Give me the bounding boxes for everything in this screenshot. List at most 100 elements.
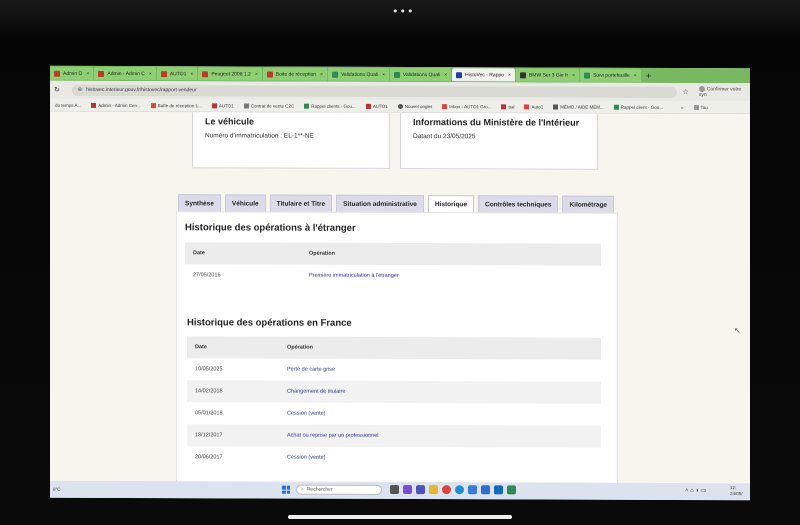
vehicle-card-title: Le véhicule bbox=[205, 116, 255, 127]
chrome-icon[interactable] bbox=[442, 485, 451, 495]
row-operation-link[interactable]: Cession (vente) bbox=[287, 455, 326, 461]
column-header-date: Date bbox=[195, 344, 207, 351]
bookmark-star-icon[interactable]: ☆ bbox=[683, 88, 689, 96]
close-icon[interactable]: × bbox=[508, 72, 511, 78]
windows-taskbar: 8°C ⌕ Rechercher ˄ ⌂ ◖ ▭ 12: 24/05/ bbox=[50, 480, 750, 501]
store-icon[interactable] bbox=[468, 485, 477, 495]
task-view-icon[interactable] bbox=[390, 484, 399, 494]
tab-situation-administrative[interactable]: Situation administrative bbox=[336, 194, 424, 214]
windows-start-icon[interactable] bbox=[282, 485, 290, 494]
taskbar-clock[interactable]: 12: 24/05/ bbox=[730, 485, 743, 497]
teams-icon[interactable] bbox=[416, 485, 425, 495]
new-tab-icon[interactable]: + bbox=[642, 70, 655, 80]
url-input[interactable]: ⊜ histovec.interieur.gouv.fr/histovec/rap… bbox=[71, 84, 677, 98]
weather-widget[interactable]: 8°C bbox=[53, 487, 61, 492]
close-icon[interactable]: × bbox=[634, 72, 637, 78]
address-bar-row: ↻ ⊜ histovec.interieur.gouv.fr/histovec/r… bbox=[50, 80, 750, 102]
row-operation-link[interactable]: Achat ou reprise par un professionnel bbox=[287, 433, 378, 439]
table-row: 10/05/2025 Perte de carte grise bbox=[187, 358, 601, 381]
favicon-icon bbox=[202, 70, 209, 77]
column-header-operation: Opération bbox=[287, 344, 313, 351]
row-operation-link[interactable]: Première immatriculation à l'étranger bbox=[309, 273, 399, 279]
tab-kilometrage[interactable]: Kilométrage bbox=[562, 195, 615, 214]
ministry-card: Informations du Ministère de l'Intérieur… bbox=[400, 113, 598, 170]
row-date: 20/06/2017 bbox=[195, 454, 223, 461]
sync-confirm-button[interactable]: Confirmer votre syn bbox=[698, 85, 750, 99]
bookmarks-overflow-icon[interactable]: » bbox=[676, 104, 689, 109]
bookmark-item[interactable]: AUTO1 bbox=[207, 102, 239, 108]
table-row: 14/02/2018 Changement de titulaire bbox=[187, 380, 601, 404]
browser-tab[interactable]: Boite de réception × bbox=[262, 67, 327, 81]
bookmark-folder[interactable]: Tou bbox=[689, 104, 713, 110]
bookmark-item[interactable]: MÉMO / AIDE MÉM... bbox=[548, 104, 609, 109]
close-icon[interactable]: × bbox=[190, 71, 193, 77]
tab-synthese[interactable]: Synthèse bbox=[178, 194, 221, 213]
bookmark-item[interactable]: Inbox - AUTO1 Gro... bbox=[437, 103, 496, 109]
browser-tab[interactable]: Peugeot 2008 1.2 × bbox=[198, 67, 262, 81]
system-tray[interactable]: ˄ ⌂ ◖ ▭ bbox=[685, 487, 706, 494]
bookmark-item[interactable]: Rappel client - Goo... bbox=[609, 104, 668, 109]
browser-tab[interactable]: Admin - Admin C × bbox=[94, 66, 156, 81]
close-icon[interactable]: × bbox=[149, 71, 152, 77]
row-operation-link[interactable]: Changement de titulaire bbox=[287, 389, 345, 395]
bookmark-item[interactable]: du temps A... bbox=[50, 102, 86, 107]
globe-icon bbox=[397, 103, 403, 109]
france-history-header: Date Opération bbox=[187, 336, 601, 360]
browser-tab[interactable]: BMW Ser 3 Gie fr × bbox=[515, 68, 580, 82]
gmail-icon bbox=[150, 102, 156, 108]
outlook-icon[interactable] bbox=[494, 485, 503, 495]
browser-tab[interactable]: Validations Quali × bbox=[390, 67, 452, 82]
app-icon[interactable] bbox=[507, 485, 516, 495]
profile-avatar bbox=[698, 85, 705, 92]
column-header-date: Date bbox=[193, 250, 205, 257]
close-icon[interactable]: × bbox=[255, 71, 258, 77]
tab-historique[interactable]: Historique bbox=[427, 195, 475, 214]
browser-tab[interactable]: Suivi portefeuille × bbox=[580, 68, 641, 82]
folder-icon bbox=[693, 104, 699, 110]
table-row: 18/12/2017 Achat ou reprise par un profe… bbox=[187, 424, 601, 448]
bookmark-item[interactable]: AUTO1 bbox=[361, 103, 393, 108]
ministry-card-title: Informations du Ministère de l'Intérieur bbox=[413, 117, 580, 128]
close-icon[interactable]: × bbox=[444, 72, 447, 78]
site-info-icon[interactable]: ⊜ bbox=[78, 87, 82, 93]
table-row: 27/05/2016 Première immatriculation à l'… bbox=[185, 264, 601, 287]
browser-tab[interactable]: Admin O × bbox=[50, 66, 94, 80]
browser-tab-active[interactable]: HistoVec - Rappo × bbox=[452, 68, 515, 82]
bookmark-item[interactable]: Rappel clients - Gou... bbox=[299, 103, 361, 108]
close-icon[interactable]: × bbox=[382, 71, 385, 77]
row-operation-link[interactable]: Cession (vente) bbox=[287, 411, 326, 417]
tab-titulaire[interactable]: Titulaire et Titre bbox=[269, 194, 333, 213]
bookmark-item[interactable]: Admin - Admin Cen... bbox=[86, 102, 146, 108]
row-operation-link[interactable]: Perte de carte grise bbox=[287, 367, 335, 373]
bookmark-item[interactable]: Contrat de vente C2C bbox=[239, 102, 300, 108]
bookmark-item[interactable]: Auto1 bbox=[519, 103, 548, 109]
table-row: 05/01/2018 Cession (vente) bbox=[187, 402, 601, 425]
more-options-icon: ••• bbox=[392, 5, 415, 18]
row-date: 14/02/2018 bbox=[195, 388, 223, 395]
close-icon[interactable]: × bbox=[86, 70, 89, 76]
bookmark-item[interactable]: pal bbox=[496, 103, 519, 109]
home-indicator bbox=[288, 515, 512, 519]
reload-icon[interactable]: ↻ bbox=[54, 86, 60, 94]
bookmark-item[interactable]: Boîte de réception L... bbox=[146, 102, 207, 108]
column-header-operation: Opération bbox=[309, 250, 335, 257]
tab-controles-techniques[interactable]: Contrôles techniques bbox=[478, 195, 559, 214]
file-explorer-icon[interactable] bbox=[429, 485, 438, 495]
taskbar-pinned-apps bbox=[390, 484, 520, 495]
favicon-icon bbox=[394, 71, 401, 78]
widgets-icon[interactable] bbox=[403, 485, 412, 495]
tab-vehicule[interactable]: Véhicule bbox=[224, 194, 266, 213]
mail-icon[interactable] bbox=[481, 485, 490, 495]
close-icon[interactable]: × bbox=[572, 72, 575, 78]
edge-icon[interactable] bbox=[455, 485, 464, 495]
favicon-icon bbox=[266, 71, 273, 78]
favicon-icon bbox=[584, 72, 591, 79]
taskbar-search-input[interactable]: ⌕ Rechercher bbox=[296, 484, 382, 495]
browser-tab[interactable]: Validations Quali × bbox=[327, 67, 390, 81]
browser-tab[interactable]: AUTO1 × bbox=[156, 67, 198, 81]
favicon-icon bbox=[91, 102, 97, 108]
close-icon[interactable]: × bbox=[320, 71, 323, 77]
bookmark-item[interactable]: Nouvel onglet bbox=[393, 103, 438, 109]
ministry-date: Datant du 23/05/2025 bbox=[413, 133, 476, 141]
favicon-icon bbox=[331, 71, 338, 78]
